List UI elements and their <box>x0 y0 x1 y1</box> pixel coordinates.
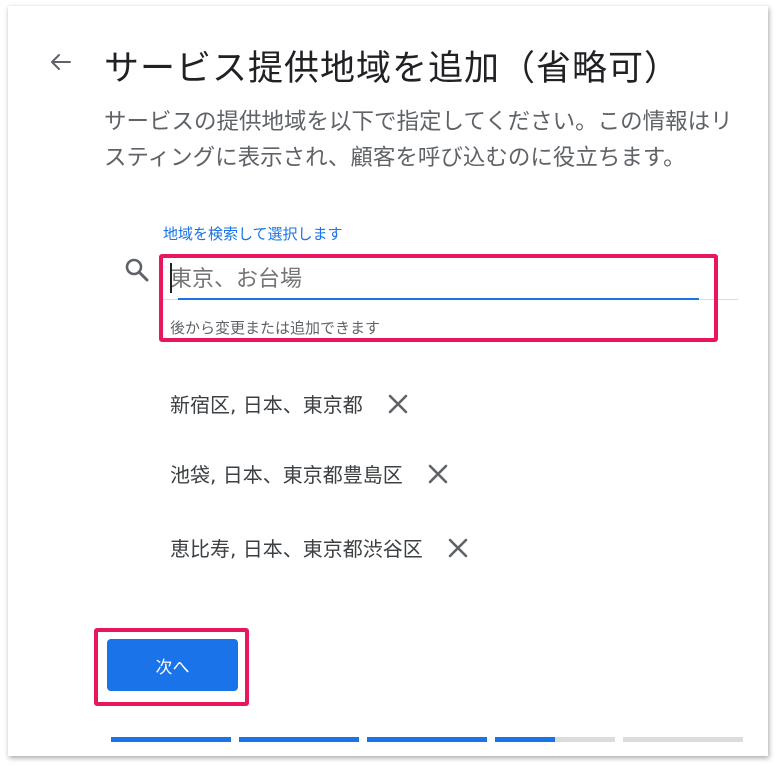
progress-segment <box>367 737 487 742</box>
search-highlight-box <box>159 254 718 342</box>
progress-segment <box>239 737 359 742</box>
progress-bar <box>111 737 743 742</box>
progress-segment-fill <box>367 737 487 742</box>
search-icon <box>123 256 151 284</box>
remove-area-icon[interactable] <box>427 463 449 485</box>
remove-area-icon[interactable] <box>387 393 409 415</box>
progress-segment <box>495 737 615 742</box>
area-item: 恵比寿, 日本、東京都渋谷区 <box>170 533 469 562</box>
back-arrow-icon[interactable] <box>46 48 74 76</box>
progress-segment-fill <box>111 737 231 742</box>
page-description: サービスの提供地域を以下で指定してください。この情報はリスティングに表示され、顧… <box>104 109 733 171</box>
area-item-label: 新宿区, 日本、東京都 <box>170 393 363 417</box>
area-item: 新宿区, 日本、東京都 <box>170 389 409 418</box>
progress-segment-fill <box>239 737 359 742</box>
area-item-label: 池袋, 日本、東京都豊島区 <box>170 463 403 487</box>
page-title: サービス提供地域を追加（省略可） <box>104 49 681 89</box>
progress-segment <box>111 737 231 742</box>
search-field-label: 地域を検索して選択します <box>163 225 343 243</box>
service-area-card: サービス提供地域を追加（省略可） サービスの提供地域を以下で指定してください。こ… <box>8 6 768 756</box>
area-item: 池袋, 日本、東京都豊島区 <box>170 459 449 488</box>
progress-segment <box>623 737 743 742</box>
next-button[interactable]: 次へ <box>107 639 238 691</box>
progress-segment-fill <box>495 737 555 742</box>
area-item-label: 恵比寿, 日本、東京都渋谷区 <box>170 537 423 561</box>
remove-area-icon[interactable] <box>447 537 469 559</box>
